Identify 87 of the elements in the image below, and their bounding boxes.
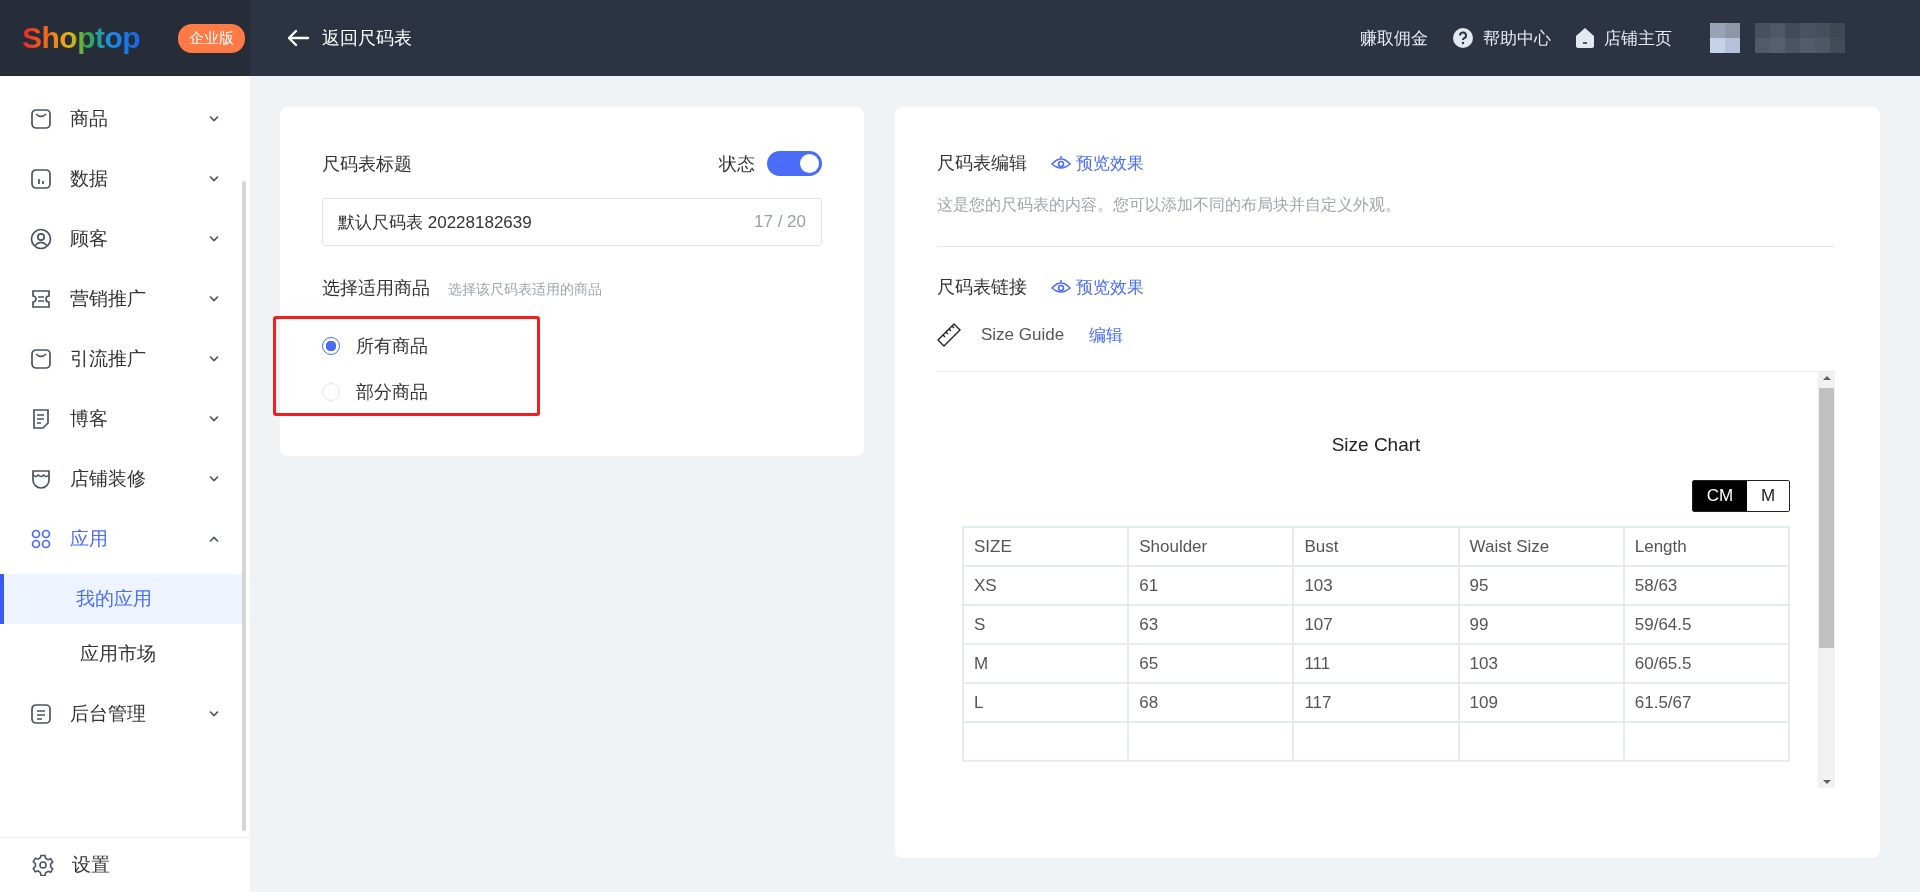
radio-option[interactable]: 部分商品	[322, 380, 822, 404]
header-link[interactable]: 店铺主页	[1575, 26, 1672, 50]
table-cell: 59/64.5	[1623, 605, 1789, 644]
table-cell: 107	[1293, 605, 1459, 644]
section-description: 这是您的尺码表的内容。您可以添加不同的布局块并自定义外观。	[937, 195, 1402, 215]
column-header: Waist Size	[1458, 527, 1624, 566]
help-icon	[1452, 27, 1474, 49]
menu-icon	[30, 228, 52, 250]
radio-option[interactable]: 所有商品	[322, 334, 822, 358]
sidebar-subitem[interactable]: 我的应用	[0, 574, 242, 624]
column-header: Length	[1623, 527, 1789, 566]
menu-icon	[30, 348, 52, 370]
column-header: Bust	[1293, 527, 1459, 566]
chevron-down-icon	[208, 355, 220, 363]
section-title: 尺码表编辑	[937, 152, 1027, 175]
preview-link[interactable]: 预览效果	[1051, 275, 1144, 299]
chevron-down-icon	[208, 235, 220, 243]
settings-icon	[32, 854, 54, 876]
back-link[interactable]: 返回尺码表	[286, 26, 412, 50]
table-cell: 99	[1458, 605, 1624, 644]
sidebar-item[interactable]: 数据	[0, 149, 250, 209]
menu-icon	[30, 468, 52, 490]
table-cell: 60/65.5	[1623, 644, 1789, 683]
column-header: SIZE	[963, 527, 1129, 566]
table-cell: M	[963, 644, 1129, 683]
menu-icon	[30, 528, 52, 550]
section-title: 尺码表链接	[937, 276, 1027, 299]
unit-toggle[interactable]: CM	[1693, 481, 1747, 511]
column-header: Shoulder	[1128, 527, 1294, 566]
table-cell: 68	[1128, 683, 1294, 722]
settings-item[interactable]: 设置	[0, 837, 250, 892]
table-cell: 117	[1293, 683, 1459, 722]
chevron-down-icon	[208, 115, 220, 123]
chevron-down-icon	[208, 710, 220, 718]
header-link[interactable]: 赚取佣金	[1360, 26, 1428, 50]
table-cell: XS	[963, 566, 1129, 605]
chart-title: Size Chart	[1330, 434, 1422, 456]
radio-button[interactable]	[322, 337, 340, 355]
sidebar-item[interactable]: 引流推广	[0, 329, 250, 389]
field-label: 选择适用商品	[322, 277, 430, 300]
character-counter: 17 / 20	[754, 212, 806, 232]
eye-icon	[1051, 279, 1071, 295]
ruler-icon	[937, 323, 961, 347]
table-cell: 109	[1458, 683, 1624, 722]
table-cell: 103	[1458, 644, 1624, 683]
status-toggle[interactable]	[767, 151, 822, 176]
table-cell: 111	[1293, 644, 1459, 683]
table-cell: 58/63	[1623, 566, 1789, 605]
table-cell: 95	[1458, 566, 1624, 605]
chevron-down-icon	[208, 175, 220, 183]
menu-icon	[30, 168, 52, 190]
sidebar-item[interactable]: 营销推广	[0, 269, 250, 329]
header-link[interactable]: 帮助中心	[1452, 26, 1551, 50]
eye-icon	[1051, 155, 1071, 171]
left-arrow-icon	[286, 29, 310, 47]
table-cell: 63	[1128, 605, 1294, 644]
chevron-down-icon	[208, 295, 220, 303]
table-cell: 65	[1128, 644, 1294, 683]
table-cell: 61	[1128, 566, 1294, 605]
chevron-up-icon	[208, 535, 220, 543]
sidebar-item[interactable]: 应用	[0, 509, 250, 569]
title-input[interactable]: 默认尺码表 20228182639 17 / 20	[322, 198, 822, 246]
chevron-down-icon	[208, 415, 220, 423]
table-cell: S	[963, 605, 1129, 644]
preview-link[interactable]: 预览效果	[1051, 151, 1144, 175]
sidebar-item[interactable]: 店铺装修	[0, 449, 250, 509]
edit-link[interactable]: 编辑	[1089, 323, 1124, 347]
table-cell: L	[963, 683, 1129, 722]
menu-icon	[30, 108, 52, 130]
scrollbar[interactable]	[1818, 372, 1835, 788]
status-label: 状态	[719, 152, 755, 176]
chevron-down-icon	[208, 475, 220, 483]
house-icon	[1575, 27, 1595, 49]
table-cell: 61.5/67	[1623, 683, 1789, 722]
menu-icon	[30, 288, 52, 310]
edition-badge: 企业版	[178, 23, 246, 53]
sidebar-item[interactable]: 商品	[0, 89, 250, 149]
menu-icon	[30, 703, 52, 725]
table-cell: 103	[1293, 566, 1459, 605]
sidebar-item[interactable]: 后台管理	[0, 684, 250, 744]
link-name: Size Guide	[981, 325, 1065, 345]
sidebar-item[interactable]: 顾客	[0, 209, 250, 269]
field-hint: 选择该尺码表适用的商品	[448, 281, 602, 299]
field-label: 尺码表标题	[322, 152, 412, 176]
sidebar-item[interactable]: 博客	[0, 389, 250, 449]
menu-icon	[30, 408, 52, 430]
sidebar-subitem[interactable]: 应用市场	[0, 629, 242, 679]
